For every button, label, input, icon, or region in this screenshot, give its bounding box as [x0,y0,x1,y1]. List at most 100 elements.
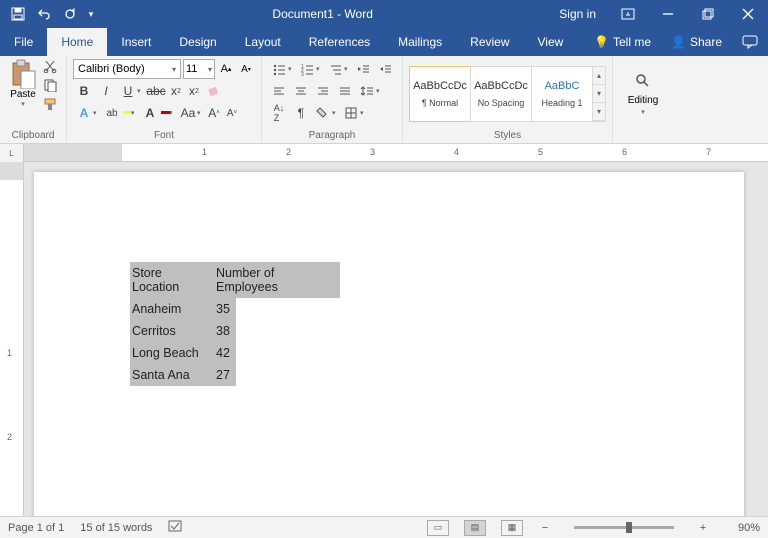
tab-references[interactable]: References [295,28,384,56]
share-button[interactable]: 👤Share [661,28,732,56]
align-center-button[interactable] [290,81,312,101]
tab-design[interactable]: Design [165,28,230,56]
sign-in-button[interactable]: Sign in [547,7,608,21]
change-case-button[interactable]: Aa [177,103,199,123]
lightbulb-icon: 💡 [594,35,609,49]
numbering-dropdown[interactable]: ▾ [316,65,324,73]
spellcheck-icon[interactable] [168,519,184,536]
selected-text-block[interactable]: Store Location Number of Employees Anahe… [130,262,340,386]
sort-button[interactable]: A↓Z [268,103,290,123]
font-color-button[interactable]: A [139,103,161,123]
feedback-button[interactable] [732,28,768,56]
find-button[interactable] [634,72,652,93]
bullets-dropdown[interactable]: ▾ [288,65,296,73]
align-left-button[interactable] [268,81,290,101]
qat-customize-button[interactable]: ▾ [84,2,98,26]
tell-me-search[interactable]: 💡Tell me [584,28,661,56]
tab-layout[interactable]: Layout [231,28,295,56]
styles-scroll[interactable]: ▴▾▾ [592,66,606,122]
underline-button[interactable]: U [117,81,139,101]
bold-button[interactable]: B [73,81,95,101]
highlight-dropdown[interactable]: ▾ [131,109,139,117]
cut-button[interactable] [43,59,57,76]
zoom-slider[interactable] [574,526,674,529]
print-layout-button[interactable]: ▤ [464,520,486,536]
group-label-clipboard: Clipboard [6,129,60,143]
line-spacing-button[interactable] [356,81,378,101]
shrink-font-button[interactable]: A▾ [237,59,255,79]
tab-mailings[interactable]: Mailings [384,28,456,56]
restore-button[interactable] [688,0,728,28]
word-count[interactable]: 15 of 15 words [80,522,152,534]
save-button[interactable] [6,2,30,26]
table-header-row: Store Location Number of Employees [130,262,340,298]
italic-button[interactable]: I [95,81,117,101]
group-label-styles: Styles [409,129,606,143]
paste-label: Paste [10,89,36,100]
grow-font2-button[interactable]: A˄ [205,103,223,123]
increase-indent-button[interactable] [374,59,396,79]
format-painter-button[interactable] [43,97,57,114]
copy-button[interactable] [43,78,57,95]
multilevel-list-button[interactable] [324,59,346,79]
tab-file[interactable]: File [0,28,47,56]
close-button[interactable] [728,0,768,28]
style-heading1[interactable]: AaBbCHeading 1 [531,66,593,122]
page-indicator[interactable]: Page 1 of 1 [8,522,64,534]
tab-view[interactable]: View [524,28,578,56]
justify-button[interactable] [334,81,356,101]
document-page[interactable]: Store Location Number of Employees Anahe… [34,172,744,532]
numbering-button[interactable]: 123 [296,59,318,79]
svg-text:3: 3 [301,72,304,76]
font-size-combo[interactable]: 11▾ [183,59,215,79]
clear-formatting-button[interactable] [203,81,225,101]
highlight-button[interactable]: ab [101,103,123,123]
align-right-button[interactable] [312,81,334,101]
superscript-button[interactable]: x2 [185,81,203,101]
zoom-out-button[interactable]: − [538,522,552,534]
font-name-combo[interactable]: Calibri (Body)▾ [73,59,181,79]
minimize-button[interactable] [648,0,688,28]
shading-button[interactable] [312,103,334,123]
borders-dropdown[interactable]: ▾ [360,109,368,117]
tab-review[interactable]: Review [456,28,523,56]
grow-font-button[interactable]: A▴ [217,59,235,79]
web-layout-button[interactable]: ▦ [501,520,523,536]
underline-dropdown[interactable]: ▾ [137,87,145,95]
zoom-level[interactable]: 90% [726,522,760,534]
paste-button[interactable] [9,59,37,89]
ribbon-display-options-button[interactable] [608,0,648,28]
table-row: Anaheim35 [130,298,340,320]
change-case-dropdown[interactable]: ▾ [197,109,205,117]
subscript-button[interactable]: x2 [167,81,185,101]
ribbon-tabs: File Home Insert Design Layout Reference… [0,28,768,56]
horizontal-ruler[interactable]: L 1 2 3 4 5 6 7 [0,144,768,162]
text-effects-dropdown[interactable]: ▾ [93,109,101,117]
table-row: Cerritos38 [130,320,340,342]
vertical-ruler[interactable]: 1 2 [0,162,24,532]
bullets-button[interactable] [268,59,290,79]
shrink-font2-button[interactable]: A˅ [223,103,241,123]
borders-button[interactable] [340,103,362,123]
tab-home[interactable]: Home [47,28,107,56]
redo-button[interactable] [58,2,82,26]
show-hide-button[interactable]: ¶ [290,103,312,123]
read-mode-button[interactable]: ▭ [427,520,449,536]
style-no-spacing[interactable]: AaBbCcDcNo Spacing [470,66,532,122]
multilevel-dropdown[interactable]: ▾ [344,65,352,73]
tab-insert[interactable]: Insert [107,28,165,56]
style-normal[interactable]: AaBbCcDc¶ Normal [409,66,471,122]
undo-button[interactable] [32,2,56,26]
decrease-indent-button[interactable] [352,59,374,79]
editing-dropdown[interactable]: ▾ [641,108,645,116]
text-effects-button[interactable]: A [73,103,95,123]
strikethrough-button[interactable]: abc [145,81,167,101]
shading-dropdown[interactable]: ▾ [332,109,340,117]
font-color-dropdown[interactable]: ▾ [169,109,177,117]
zoom-thumb[interactable] [626,522,632,533]
group-font: Calibri (Body)▾ 11▾ A▴ A▾ B I U▾ abc x2 … [67,56,262,143]
title-bar: ▾ Document1 - Word Sign in [0,0,768,28]
zoom-in-button[interactable]: + [696,522,710,534]
paste-dropdown[interactable]: ▾ [21,100,25,108]
line-spacing-dropdown[interactable]: ▾ [376,87,384,95]
